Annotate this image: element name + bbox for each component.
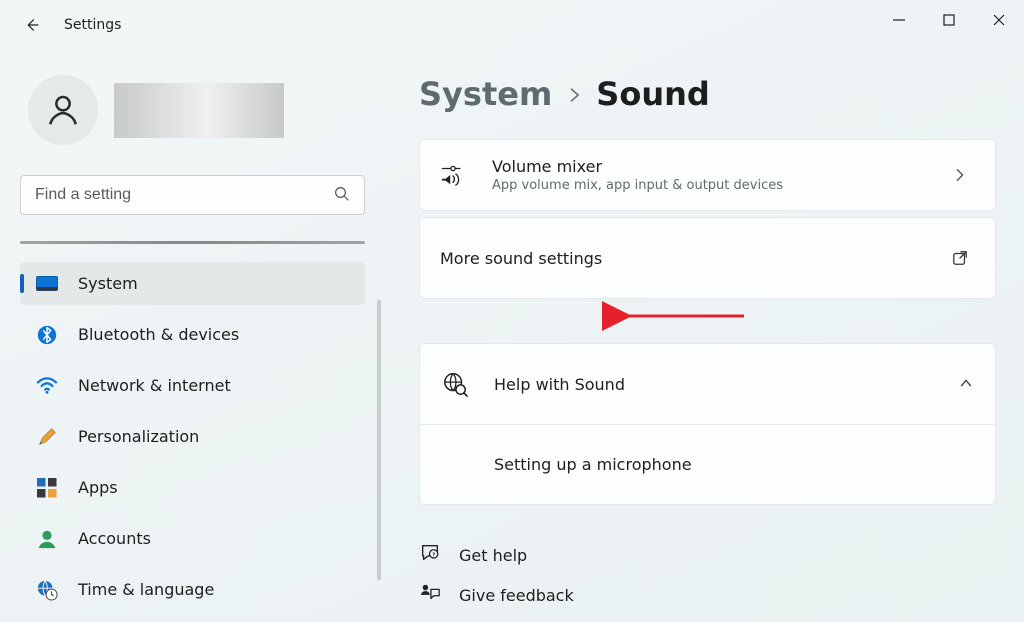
- link-label: Get help: [459, 546, 527, 565]
- avatar: [28, 75, 98, 145]
- breadcrumb-parent[interactable]: System: [419, 75, 552, 113]
- person-green-icon: [36, 528, 58, 550]
- nav-item-network[interactable]: Network & internet: [20, 364, 365, 407]
- app-title: Settings: [64, 17, 121, 33]
- help-group: Help with Sound Setting up a microphone: [419, 343, 996, 505]
- nav-list: System Bluetooth & devices Network & int…: [20, 262, 365, 611]
- sidebar: System Bluetooth & devices Network & int…: [0, 50, 385, 622]
- search-underline: [20, 241, 365, 244]
- link-label: Give feedback: [459, 586, 574, 605]
- apps-icon: [36, 477, 58, 499]
- nav-item-label: Accounts: [78, 529, 151, 548]
- open-external-icon: [945, 250, 975, 266]
- feedback-icon: [419, 582, 441, 608]
- chat-help-icon: ?: [419, 542, 441, 568]
- paintbrush-icon: [36, 426, 58, 448]
- minimize-button[interactable]: [874, 0, 924, 40]
- bluetooth-icon: [36, 324, 58, 346]
- nav-item-label: Time & language: [78, 580, 214, 599]
- profile-name-placeholder: [114, 83, 284, 138]
- card-title: More sound settings: [440, 249, 945, 268]
- nav-item-personalization[interactable]: Personalization: [20, 415, 365, 458]
- sidebar-scrollbar[interactable]: [377, 300, 381, 580]
- nav-item-time-language[interactable]: Time & language: [20, 568, 365, 611]
- footer-links: ? Get help Give feedback: [419, 535, 996, 615]
- svg-text:?: ?: [432, 553, 435, 559]
- chevron-right-icon: [566, 85, 582, 105]
- globe-clock-icon: [36, 579, 58, 601]
- main-content: System Sound Volume mixer App volume mix…: [385, 50, 1024, 622]
- nav-item-system[interactable]: System: [20, 262, 365, 305]
- help-item-microphone[interactable]: Setting up a microphone: [420, 424, 995, 504]
- titlebar: Settings: [0, 0, 1024, 50]
- person-icon: [44, 91, 82, 129]
- nav-item-apps[interactable]: Apps: [20, 466, 365, 509]
- nav-item-label: Network & internet: [78, 376, 231, 395]
- card-subtitle: App volume mix, app input & output devic…: [492, 178, 945, 193]
- card-title: Volume mixer: [492, 157, 945, 176]
- arrow-left-icon: [23, 16, 41, 34]
- display-icon: [36, 273, 58, 295]
- card-volume-mixer[interactable]: Volume mixer App volume mix, app input &…: [419, 139, 996, 211]
- help-header-row[interactable]: Help with Sound: [420, 344, 995, 424]
- help-header-label: Help with Sound: [494, 375, 959, 394]
- maximize-button[interactable]: [924, 0, 974, 40]
- nav-item-label: Apps: [78, 478, 118, 497]
- link-get-help[interactable]: ? Get help: [419, 535, 996, 575]
- nav-item-label: Bluetooth & devices: [78, 325, 239, 344]
- nav-item-bluetooth[interactable]: Bluetooth & devices: [20, 313, 365, 356]
- globe-search-icon: [442, 371, 494, 397]
- link-give-feedback[interactable]: Give feedback: [419, 575, 996, 615]
- window-controls: [874, 0, 1024, 40]
- chevron-right-icon: [945, 168, 975, 182]
- card-more-sound-settings[interactable]: More sound settings: [419, 217, 996, 299]
- breadcrumb: System Sound: [419, 75, 996, 113]
- nav-item-label: Personalization: [78, 427, 199, 446]
- mixer-icon: [440, 162, 492, 188]
- chevron-up-icon: [959, 375, 973, 394]
- profile-block[interactable]: [28, 75, 385, 145]
- nav-item-accounts[interactable]: Accounts: [20, 517, 365, 560]
- search-icon: [333, 185, 351, 207]
- back-button[interactable]: [20, 13, 44, 37]
- search-input[interactable]: [20, 175, 365, 215]
- breadcrumb-current: Sound: [596, 75, 710, 113]
- nav-item-label: System: [78, 274, 138, 293]
- close-button[interactable]: [974, 0, 1024, 40]
- wifi-icon: [36, 375, 58, 397]
- help-item-label: Setting up a microphone: [494, 455, 973, 474]
